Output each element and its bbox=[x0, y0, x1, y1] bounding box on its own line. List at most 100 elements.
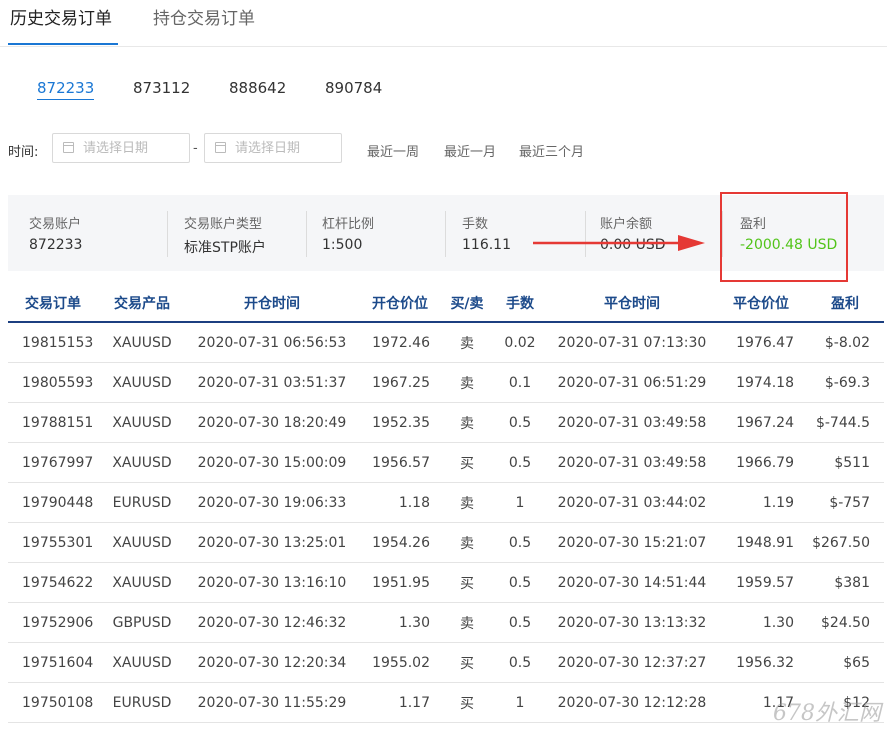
cell-open-time: 2020-07-31 06:56:53 bbox=[186, 322, 358, 363]
cell-profit: $-8.02 bbox=[806, 322, 884, 363]
quick-filter-three-months[interactable]: 最近三个月 bbox=[519, 141, 584, 160]
summary-leverage-label: 杠杆比例 bbox=[322, 217, 375, 232]
cell-open-price: 1.18 bbox=[358, 482, 442, 523]
cell-close-price: 1956.32 bbox=[716, 642, 806, 683]
cell-side: 买 bbox=[442, 442, 492, 483]
cell-lots: 0.5 bbox=[492, 602, 548, 643]
summary-lots-value: 116.11 bbox=[462, 237, 511, 253]
cell-close-price: 1966.79 bbox=[716, 442, 806, 483]
orders-table-body: 19815153 XAUUSD 2020-07-31 06:56:53 1972.46… bbox=[8, 322, 884, 723]
cell-close-price: 1967.24 bbox=[716, 402, 806, 443]
cell-close-price: 1974.18 bbox=[716, 362, 806, 403]
summary-divider bbox=[167, 211, 168, 257]
cell-open-price: 1954.26 bbox=[358, 522, 442, 563]
cell-side: 卖 bbox=[442, 602, 492, 643]
cell-open-time: 2020-07-30 13:16:10 bbox=[186, 562, 358, 603]
table-row: 19805593 XAUUSD 2020-07-31 03:51:37 1967.25… bbox=[8, 362, 884, 403]
cell-order-id: 19788151 bbox=[8, 402, 98, 443]
cell-symbol: XAUUSD bbox=[98, 322, 186, 363]
summary-lots-label: 手数 bbox=[462, 217, 489, 232]
cell-lots: 0.5 bbox=[492, 642, 548, 683]
table-header-row: 交易订单 交易产品 开仓时间 开仓价位 买/卖 手数 平仓时间 平仓价位 盈利 bbox=[8, 285, 884, 323]
cell-close-time: 2020-07-30 15:21:07 bbox=[548, 522, 716, 563]
col-header-close-price: 平仓价位 bbox=[716, 285, 806, 323]
cell-lots: 1 bbox=[492, 482, 548, 523]
cell-open-time: 2020-07-30 11:55:29 bbox=[186, 682, 358, 723]
account-tab-888642[interactable]: 888642 bbox=[229, 79, 286, 97]
cell-lots: 0.02 bbox=[492, 322, 548, 363]
cell-open-time: 2020-07-30 15:00:09 bbox=[186, 442, 358, 483]
col-header-symbol: 交易产品 bbox=[98, 285, 186, 323]
cell-profit: $24.50 bbox=[806, 602, 884, 643]
cell-profit: $-69.3 bbox=[806, 362, 884, 403]
tab-history-orders[interactable]: 历史交易订单 bbox=[10, 8, 112, 30]
col-header-open-price: 开仓价位 bbox=[358, 285, 442, 323]
cell-symbol: XAUUSD bbox=[98, 522, 186, 563]
start-date-field[interactable] bbox=[52, 133, 190, 163]
cell-order-id: 19805593 bbox=[8, 362, 98, 403]
cell-open-time: 2020-07-30 12:20:34 bbox=[186, 642, 358, 683]
cell-order-id: 19767997 bbox=[8, 442, 98, 483]
cell-close-price: 1.30 bbox=[716, 602, 806, 643]
quick-filter-week[interactable]: 最近一周 bbox=[367, 141, 419, 160]
cell-order-id: 19751604 bbox=[8, 642, 98, 683]
cell-symbol: EURUSD bbox=[98, 682, 186, 723]
col-header-side: 买/卖 bbox=[442, 285, 492, 323]
cell-open-price: 1956.57 bbox=[358, 442, 442, 483]
cell-close-time: 2020-07-30 13:13:32 bbox=[548, 602, 716, 643]
cell-close-price: 1948.91 bbox=[716, 522, 806, 563]
summary-type-value: 标准STP账户 bbox=[184, 240, 266, 256]
cell-lots: 0.5 bbox=[492, 402, 548, 443]
cell-symbol: XAUUSD bbox=[98, 362, 186, 403]
cell-close-price: 1959.57 bbox=[716, 562, 806, 603]
quick-filter-month[interactable]: 最近一月 bbox=[444, 141, 496, 160]
tab-open-orders[interactable]: 持仓交易订单 bbox=[153, 8, 255, 30]
cell-order-id: 19750108 bbox=[8, 682, 98, 723]
cell-side: 卖 bbox=[442, 362, 492, 403]
cell-close-time: 2020-07-30 12:37:27 bbox=[548, 642, 716, 683]
cell-open-price: 1955.02 bbox=[358, 642, 442, 683]
table-row: 19750108 EURUSD 2020-07-30 11:55:29 1.17 买 1 2… bbox=[8, 682, 884, 723]
account-tab-873112[interactable]: 873112 bbox=[133, 79, 190, 97]
cell-side: 卖 bbox=[442, 322, 492, 363]
calendar-icon bbox=[215, 142, 226, 153]
cell-open-price: 1.17 bbox=[358, 682, 442, 723]
cell-open-time: 2020-07-30 12:46:32 bbox=[186, 602, 358, 643]
summary-type-label: 交易账户类型 bbox=[184, 217, 263, 232]
cell-profit: $267.50 bbox=[806, 522, 884, 563]
cell-profit: $65 bbox=[806, 642, 884, 683]
account-tab-890784[interactable]: 890784 bbox=[325, 79, 382, 97]
table-row: 19815153 XAUUSD 2020-07-31 06:56:53 1972.46… bbox=[8, 322, 884, 363]
cell-open-price: 1952.35 bbox=[358, 402, 442, 443]
col-header-profit: 盈利 bbox=[806, 285, 884, 323]
end-date-input[interactable] bbox=[235, 139, 335, 157]
date-range-separator: - bbox=[193, 141, 198, 156]
cell-side: 卖 bbox=[442, 522, 492, 563]
col-header-lots: 手数 bbox=[492, 285, 548, 323]
time-filter-label: 时间: bbox=[8, 145, 39, 160]
col-header-open-time: 开仓时间 bbox=[186, 285, 358, 323]
cell-order-id: 19815153 bbox=[8, 322, 98, 363]
cell-side: 买 bbox=[442, 642, 492, 683]
col-header-close-time: 平仓时间 bbox=[548, 285, 716, 323]
cell-order-id: 19752906 bbox=[8, 602, 98, 643]
cell-open-time: 2020-07-30 18:20:49 bbox=[186, 402, 358, 443]
cell-close-price: 1976.47 bbox=[716, 322, 806, 363]
cell-symbol: GBPUSD bbox=[98, 602, 186, 643]
annotation-arrow-icon bbox=[533, 235, 705, 251]
table-row: 19788151 XAUUSD 2020-07-30 18:20:49 1952.35… bbox=[8, 402, 884, 443]
tab-bar: 历史交易订单 持仓交易订单 bbox=[0, 0, 887, 47]
cell-close-time: 2020-07-31 03:49:58 bbox=[548, 442, 716, 483]
cell-profit: $381 bbox=[806, 562, 884, 603]
cell-lots: 0.1 bbox=[492, 362, 548, 403]
start-date-input[interactable] bbox=[83, 139, 183, 157]
summary-account-value: 872233 bbox=[29, 237, 83, 253]
table-row: 19754622 XAUUSD 2020-07-30 13:16:10 1951.95… bbox=[8, 562, 884, 603]
site-watermark: 678外汇网 bbox=[773, 701, 881, 726]
cell-open-time: 2020-07-31 03:51:37 bbox=[186, 362, 358, 403]
cell-profit: $-744.5 bbox=[806, 402, 884, 443]
table-row: 19767997 XAUUSD 2020-07-30 15:00:09 1956.57… bbox=[8, 442, 884, 483]
account-tab-872233[interactable]: 872233 bbox=[37, 79, 95, 100]
end-date-field[interactable] bbox=[204, 133, 342, 163]
cell-symbol: XAUUSD bbox=[98, 442, 186, 483]
